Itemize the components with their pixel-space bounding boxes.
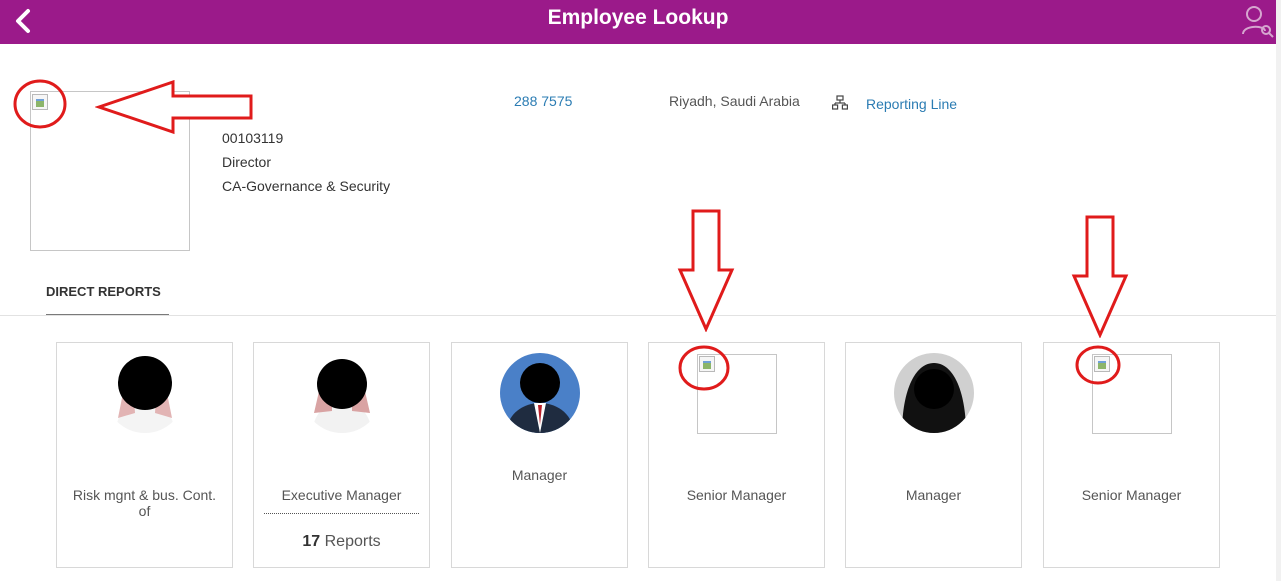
broken-image-icon (1094, 356, 1110, 372)
report-title: Manager (905, 487, 962, 503)
broken-image-icon (32, 94, 48, 110)
employee-avatar (893, 353, 974, 433)
user-search-icon[interactable] (1240, 3, 1276, 39)
annotation-down-arrow (677, 209, 735, 332)
employee-avatar (104, 353, 185, 433)
report-title: Executive Manager (281, 487, 402, 503)
report-card[interactable]: Manager (845, 342, 1022, 568)
org-chart-icon[interactable] (832, 95, 848, 111)
report-title: Risk mgnt & bus. Cont. of (72, 487, 217, 519)
page-title: Employee Lookup (547, 6, 729, 29)
employee-avatar (697, 354, 777, 434)
reporting-line-link[interactable]: Reporting Line (866, 96, 957, 112)
employee-position: Director (222, 154, 272, 170)
report-card[interactable]: Risk mgnt & bus. Cont. of (56, 342, 233, 568)
dotted-divider (264, 513, 419, 514)
employee-department: CA-Governance & Security (222, 178, 391, 194)
app-header: Employee Lookup (0, 0, 1276, 44)
report-title: Manager (511, 467, 568, 483)
broken-image-icon (699, 356, 715, 372)
employee-avatar (1092, 354, 1172, 434)
tab-direct-reports[interactable]: DIRECT REPORTS (46, 284, 169, 316)
tab-divider (0, 315, 1276, 316)
report-title: Senior Manager (1081, 487, 1182, 503)
report-card[interactable]: Senior Manager (648, 342, 825, 568)
reports-count: 17 (302, 533, 321, 550)
report-card[interactable]: Executive Manager 17 Reports (253, 342, 430, 568)
report-card[interactable]: Senior Manager (1043, 342, 1220, 568)
employee-location: Riyadh, Saudi Arabia (669, 93, 800, 109)
reports-count-link[interactable]: 17 Reports (254, 533, 429, 551)
report-card[interactable]: Manager (451, 342, 628, 568)
scrollbar[interactable] (1276, 0, 1281, 581)
employee-phone-link[interactable]: 288 7575 (514, 93, 572, 109)
employee-avatar (301, 353, 382, 433)
employee-photo (30, 91, 190, 251)
employee-id: 00103119 (222, 130, 284, 146)
reports-label: Reports (324, 533, 381, 550)
employee-info: 00103119 Director CA-Governance & Securi… (222, 126, 390, 198)
report-title: Senior Manager (686, 487, 787, 503)
employee-avatar (499, 353, 580, 433)
annotation-down-arrow (1071, 215, 1129, 338)
